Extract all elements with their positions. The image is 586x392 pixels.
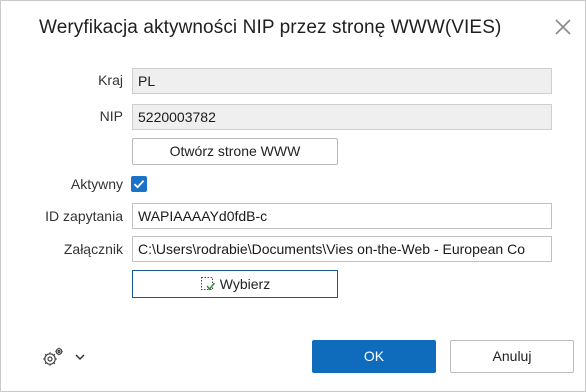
vies-dialog: Weryfikacja aktywności NIP przez stronę …	[0, 0, 586, 392]
country-field: PL	[132, 68, 552, 94]
select-file-icon	[200, 274, 216, 300]
settings-menu[interactable]	[41, 346, 87, 368]
chevron-down-icon	[75, 354, 85, 361]
country-label: Kraj	[98, 72, 123, 88]
active-checkbox[interactable]	[131, 176, 147, 192]
gear-icon	[43, 347, 63, 366]
close-icon[interactable]	[551, 15, 575, 39]
attachment-label: Załącznik	[63, 241, 123, 257]
attachment-field[interactable]: C:\Users\rodrabie\Documents\Vies on-the-…	[132, 236, 552, 262]
active-label: Aktywny	[70, 176, 123, 192]
nip-label: NIP	[99, 108, 123, 124]
checkmark-icon	[133, 179, 145, 189]
open-www-button[interactable]: Otwórz strone WWW	[132, 138, 338, 165]
ok-button[interactable]: OK	[312, 340, 436, 373]
choose-label: Wybierz	[219, 276, 271, 292]
request-id-label: ID zapytania	[45, 208, 123, 224]
choose-button[interactable]: Wybierz	[132, 270, 338, 298]
request-id-field[interactable]: WAPIAAAAYd0fdB-c	[132, 203, 552, 229]
dialog-title: Weryfikacja aktywności NIP przez stronę …	[39, 17, 502, 38]
cancel-button[interactable]: Anuluj	[450, 340, 574, 373]
nip-field: 5220003782	[132, 104, 552, 130]
